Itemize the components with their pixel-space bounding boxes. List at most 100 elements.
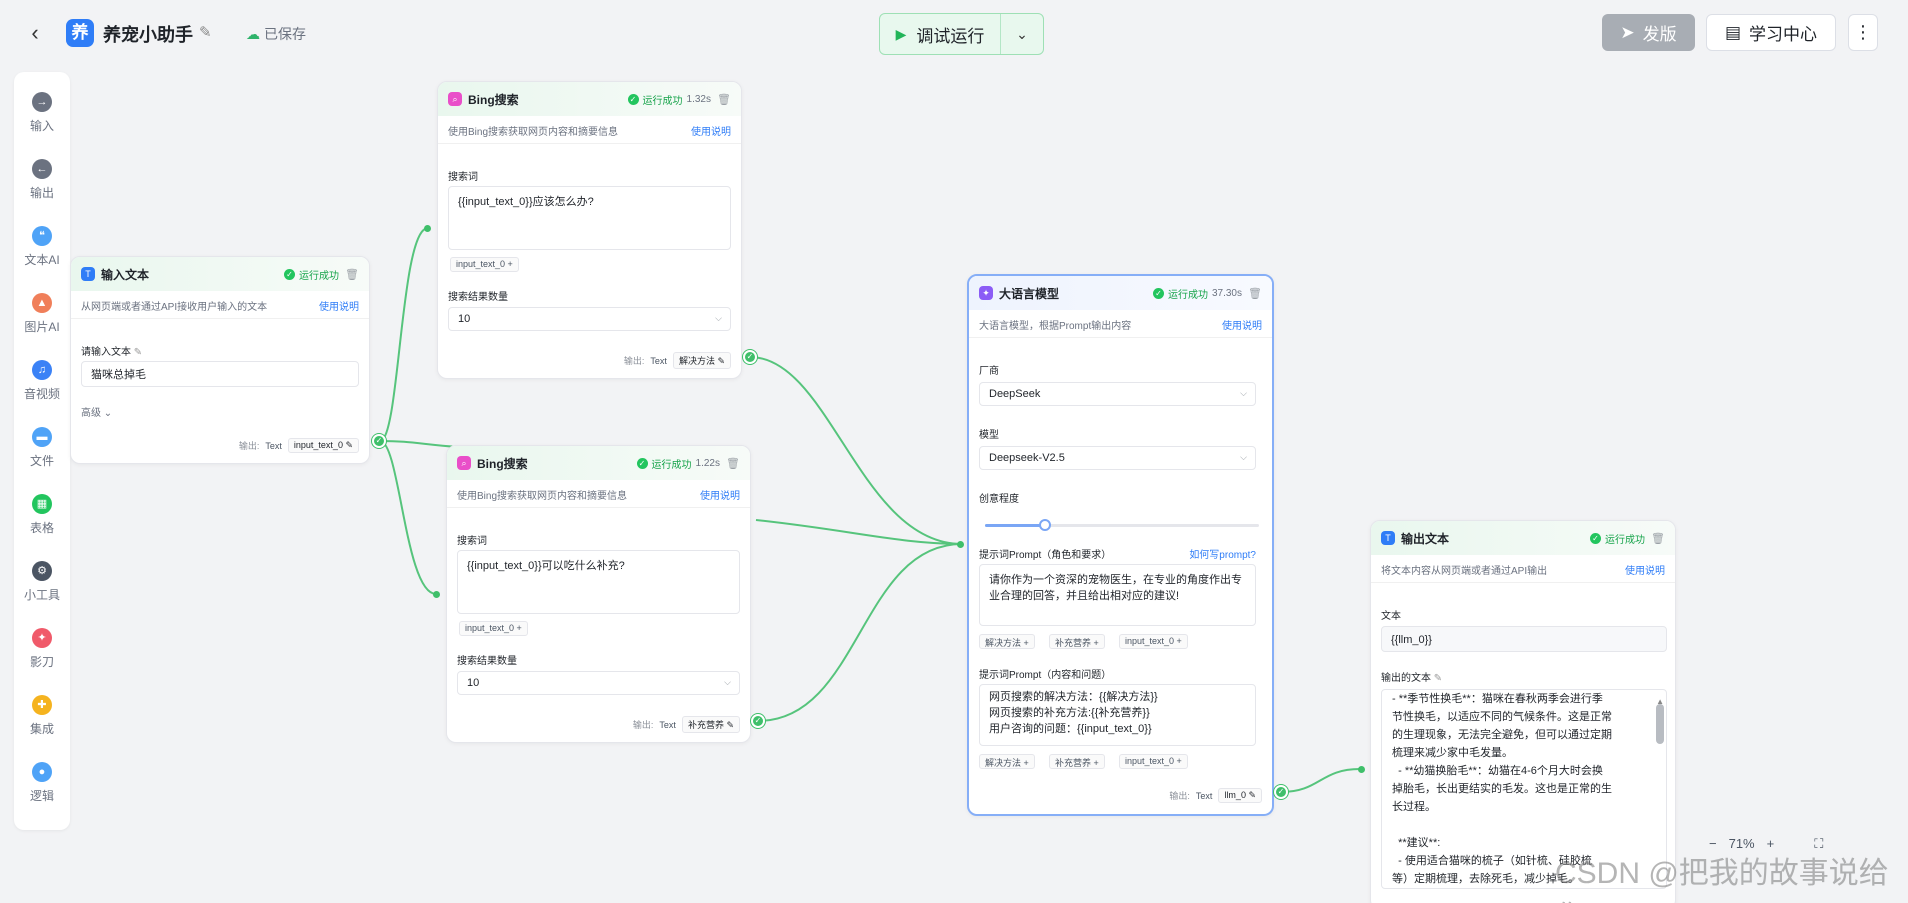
how-prompt-link[interactable]: 如何写prompt? [1189, 546, 1256, 561]
llm-node[interactable]: ✦ 大语言模型 ✓ 运行成功 37.30s 🗑 大语言模型，根据Prompt输出内容… [967, 274, 1274, 816]
bing-search-node-1[interactable]: ⌕ Bing搜索 ✓ 运行成功 1.32s 🗑 使用Bing搜索获取网页内容和摘要信… [437, 81, 742, 379]
model-select[interactable]: Deepseek-V2.5 ⌵ [979, 446, 1256, 470]
chevron-down-icon: ⌵ [715, 313, 722, 323]
output-variable[interactable]: input_text_0 ✎ [287, 438, 359, 453]
count-label: 搜索结果数量 [457, 656, 517, 667]
output-text-field[interactable]: {{llm_0}} [1381, 626, 1667, 652]
prompt-role-textarea[interactable]: 请你作为一个资深的宠物医生，在专业的角度作出专业合理的回答，并且给出相对应的建议… [979, 564, 1256, 626]
check-icon: ✓ [284, 268, 295, 280]
bing2-input-handle[interactable] [433, 591, 440, 598]
slider-knob[interactable] [1039, 519, 1052, 531]
variable-tag[interactable]: input_text_0 + [450, 257, 519, 272]
variable-tag[interactable]: input_text_0 + [1119, 634, 1188, 649]
bing1-input-handle[interactable] [424, 225, 431, 232]
output-variable[interactable]: llm_0 ✎ [1218, 788, 1262, 803]
node-description: 使用Bing搜索获取网页内容和摘要信息 [457, 491, 628, 502]
query-label: 搜索词 [457, 536, 487, 547]
variable-tag[interactable]: 解决方法 + [979, 754, 1035, 769]
variable-tag[interactable]: 补充营养 + [1049, 754, 1105, 769]
creativity-slider[interactable] [985, 519, 1259, 531]
edit-icon[interactable]: ✎ [1434, 673, 1442, 684]
node-title: 大语言模型 [999, 286, 1060, 301]
node-output: 输出: Text llm_0 ✎ [1169, 788, 1262, 803]
check-icon: ✓ [627, 93, 639, 105]
edge-llm-output [1280, 768, 1361, 793]
advanced-toggle[interactable]: 高级 ⌄ [81, 404, 112, 419]
trash-icon[interactable]: 🗑 [345, 268, 359, 281]
edit-icon[interactable]: ✎ [134, 347, 142, 358]
check-icon: ✓ [1590, 532, 1601, 544]
help-link[interactable]: 使用说明 [700, 487, 740, 502]
input-text-node[interactable]: T 输入文本 ✓ 运行成功 🗑 从网页端或者通过API接收用户输入的文本 使用说明 … [70, 256, 370, 464]
result-label: 输出的文本 ✎ [1381, 673, 1443, 684]
run-status: ✓ 运行成功 [284, 267, 339, 282]
result-line: 长过程。 [1392, 801, 1436, 813]
text-input-icon: T [81, 267, 95, 281]
run-status: ✓ 运行成功 1.22s [636, 456, 720, 471]
trash-icon[interactable]: 🗑 [726, 457, 740, 470]
result-count-select[interactable]: 10 ⌵ [457, 671, 740, 695]
bing1-output-handle[interactable]: ✓ [743, 350, 757, 364]
edge-bing2-llm [757, 543, 963, 722]
trash-icon[interactable]: 🗑 [1651, 532, 1665, 545]
edge-input-bing2 [379, 440, 437, 595]
edge-bing2-llm-top [755, 519, 963, 545]
input-node-output-handle[interactable]: ✓ [372, 434, 386, 448]
result-line: 梳理来减少家中毛发量。 [1392, 747, 1513, 759]
text-output-icon: T [1381, 531, 1395, 545]
search-icon: ⌕ [457, 456, 471, 470]
field-label: 请输入文本 ✎ [81, 347, 143, 358]
text-label: 文本 [1381, 611, 1401, 622]
bing2-output-handle[interactable]: ✓ [751, 714, 765, 728]
trash-icon[interactable]: 🗑 [717, 93, 731, 106]
edge-bing1-llm [749, 356, 963, 545]
node-output: 输出: Text 补充营养 ✎ [633, 716, 740, 733]
creativity-label: 创意程度 [979, 494, 1019, 505]
llm-output-handle[interactable]: ✓ [1274, 785, 1288, 799]
output-input-handle[interactable] [1358, 766, 1365, 773]
sparkle-icon: ✦ [979, 286, 993, 300]
variable-tag[interactable]: input_text_0 + [1119, 754, 1188, 769]
variable-tag[interactable]: 补充营养 + [1049, 634, 1105, 649]
query-textarea[interactable]: {{input_text_0}}可以吃什么补充? [457, 550, 740, 614]
node-title: 输出文本 [1401, 531, 1450, 546]
result-count-select[interactable]: 10 ⌵ [448, 307, 731, 331]
vendor-select[interactable]: DeepSeek ⌵ [979, 382, 1256, 406]
query-textarea[interactable]: {{input_text_0}}应该怎么办? [448, 186, 731, 250]
result-line: 掉胎毛，长出更结实的毛发。这也是正常的生 [1392, 783, 1612, 795]
bing-search-node-2[interactable]: ⌕ Bing搜索 ✓ 运行成功 1.22s 🗑 使用Bing搜索获取网页内容和摘要信… [446, 445, 751, 743]
check-icon: ✓ [1152, 287, 1164, 299]
prompt-role-label: 提示词Prompt（角色和要求） [979, 550, 1112, 561]
llm-input-handle[interactable] [957, 541, 964, 548]
trash-icon[interactable]: 🗑 [1248, 287, 1262, 300]
run-status: ✓ 运行成功 37.30s [1152, 286, 1242, 301]
vendor-label: 厂商 [979, 366, 999, 377]
help-link[interactable]: 使用说明 [691, 123, 731, 138]
prompt-line: 网页搜索的解决方法：{{解决方法}} [989, 691, 1158, 703]
query-label: 搜索词 [448, 172, 478, 183]
chevron-down-icon: ⌵ [1240, 388, 1247, 398]
node-output: 输出: Text 解决方法 ✎ [624, 352, 731, 369]
node-description: 从网页端或者通过API接收用户输入的文本 [81, 302, 268, 313]
output-variable[interactable]: 解决方法 ✎ [672, 352, 731, 369]
variable-tag[interactable]: 解决方法 + [979, 634, 1035, 649]
node-title: Bing搜索 [468, 92, 519, 107]
input-text-field[interactable]: 猫咪总掉毛 [81, 361, 359, 387]
scrollbar-thumb[interactable] [1656, 704, 1664, 744]
help-link[interactable]: 使用说明 [1625, 562, 1665, 577]
help-link[interactable]: 使用说明 [1222, 317, 1262, 332]
result-line: 节性换毛，以适应不同的气候条件。这是正常 [1392, 711, 1612, 723]
watermark: CSDN @把我的故事说给你 [1555, 857, 1889, 903]
result-line: - **幼猫换胎毛**：幼猫在4-6个月大时会换 [1392, 765, 1603, 777]
output-variable[interactable]: 补充营养 ✎ [681, 716, 740, 733]
run-status: ✓ 运行成功 1.32s [627, 92, 711, 107]
node-title: 输入文本 [101, 267, 150, 282]
variable-tag[interactable]: input_text_0 + [459, 621, 528, 636]
chevron-down-icon: ⌵ [1240, 452, 1247, 462]
check-icon: ✓ [636, 457, 648, 469]
count-label: 搜索结果数量 [448, 292, 508, 303]
output-text-node[interactable]: T 输出文本 ✓ 运行成功 🗑 将文本内容从网页端或者通过API输出 使用说明 文本… [1370, 520, 1676, 903]
prompt-content-textarea[interactable]: 网页搜索的解决方法：{{解决方法}} 网页搜索的补充方法:{{补充营养}} 用户咨询… [979, 684, 1256, 746]
help-link[interactable]: 使用说明 [319, 298, 359, 313]
model-label: 模型 [979, 430, 999, 441]
